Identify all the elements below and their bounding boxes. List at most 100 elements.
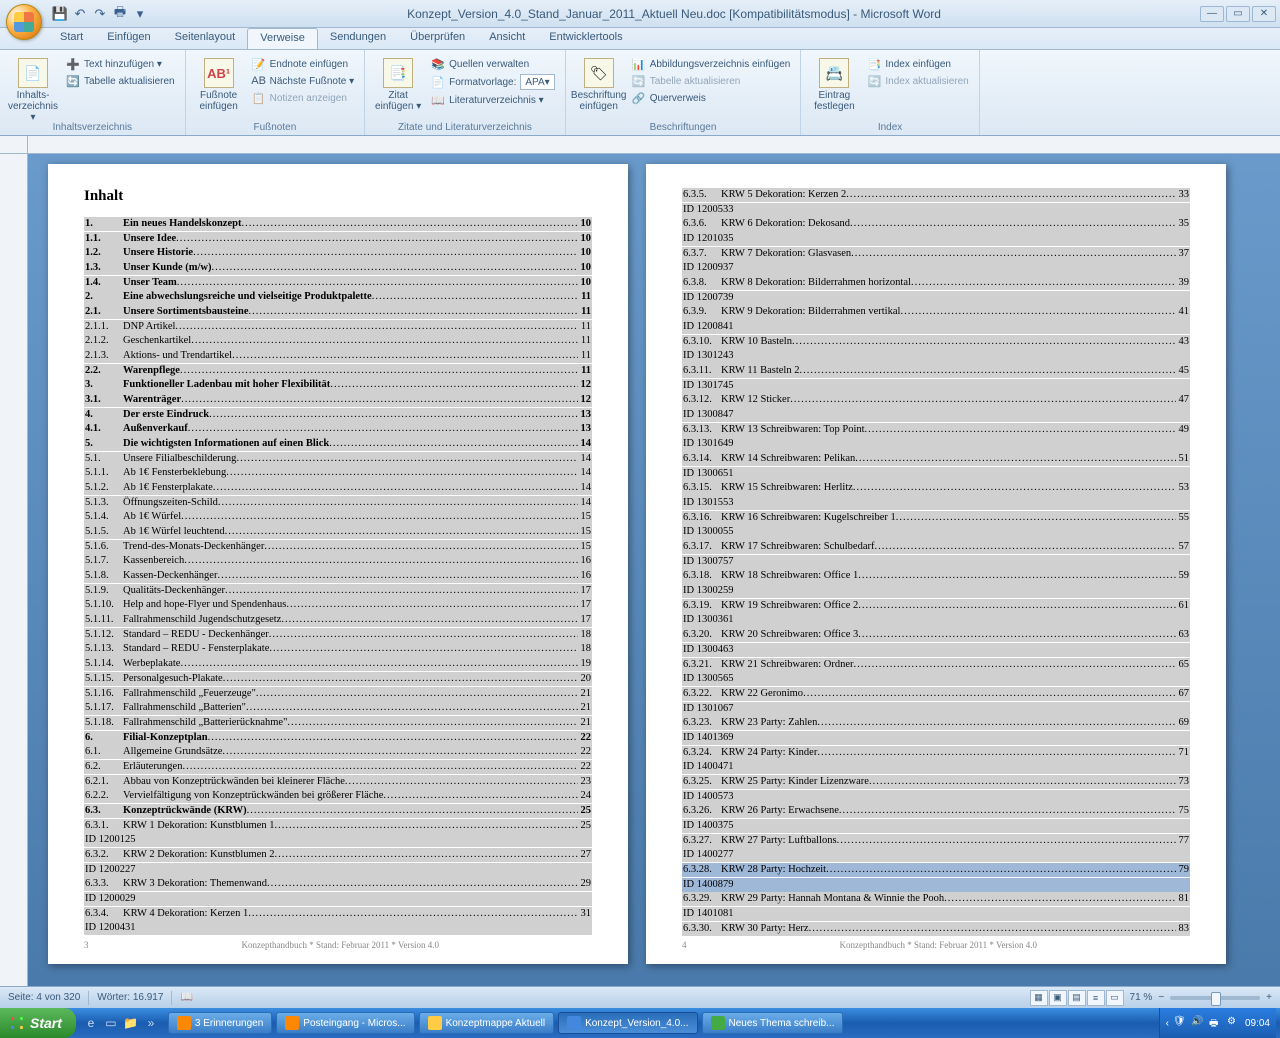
taskbar-item[interactable]: Posteingang - Micros... (276, 1012, 414, 1034)
toc-entry[interactable]: 6.3.26.KRW 26 Party: Erwachsene.........… (682, 804, 1190, 818)
zitat-einfuegen-button[interactable]: 📑 Zitat einfügen ▾ (373, 54, 423, 131)
toc-entry[interactable]: 2.1.3.Aktions- und Trendartikel.........… (84, 349, 592, 363)
toc-entry[interactable]: 6.3.19.KRW 19 Schreibwaren: Office 2....… (682, 599, 1190, 613)
taskbar-item[interactable]: Konzept_Version_4.0... (558, 1012, 697, 1034)
toc-id-line[interactable]: ID 1301243 (682, 349, 1190, 363)
toc-entry[interactable]: 1.Ein neues Handelskonzept..............… (84, 217, 592, 231)
toc-entry[interactable]: 2.Eine abwechslungsreiche und vielseitig… (84, 290, 592, 304)
endnote-einfuegen-button[interactable]: 📝Endnote einfügen (250, 56, 357, 72)
close-button[interactable]: ✕ (1252, 6, 1276, 22)
toc-id-line[interactable]: ID 1300651 (682, 467, 1190, 481)
abbildungsverzeichnis-button[interactable]: 📊Abbildungsverzeichnis einfügen (630, 56, 793, 72)
notizen-anzeigen-button[interactable]: 📋Notizen anzeigen (250, 90, 357, 106)
toc-entry[interactable]: 6.3.22.KRW 22 Geronimo..................… (682, 687, 1190, 701)
eintrag-festlegen-button[interactable]: 📇 Eintrag festlegen (809, 54, 859, 131)
toc-entry[interactable]: 5.1.13.Standard – REDU - Fensterplakate.… (84, 642, 592, 656)
toc-id-line[interactable]: ID 1200937 (682, 261, 1190, 275)
toc-id-line[interactable]: ID 1400471 (682, 760, 1190, 774)
toc-entry[interactable]: 5.1.9.Qualitäts-Deckenhänger............… (84, 584, 592, 598)
toc-id-line[interactable]: ID 1201035 (682, 232, 1190, 246)
toc-id-line[interactable]: ID 1301745 (682, 379, 1190, 393)
toc-entry[interactable]: 6.3.2.KRW 2 Dekoration: Kunstblumen 2...… (84, 848, 592, 862)
toc-id-line[interactable]: ID 1400879 (682, 878, 1190, 892)
toc-entry[interactable]: 6.3.28.KRW 28 Party: Hochzeit...........… (682, 863, 1190, 877)
toc-id-line[interactable]: ID 1301067 (682, 702, 1190, 716)
taskbar-item[interactable]: Neues Thema schreib... (702, 1012, 844, 1034)
zoom-value[interactable]: 71 % (1130, 992, 1153, 1003)
toc-entry[interactable]: 5.1.17.Fallrahmenschild „Batterien".....… (84, 701, 592, 715)
word-count[interactable]: Wörter: 16.917 (97, 992, 163, 1003)
toc-entry[interactable]: 6.3.3.KRW 3 Dekoration: Themenwand......… (84, 877, 592, 891)
inhaltsverzeichnis-button[interactable]: 📄 Inhalts- verzeichnis ▾ (8, 54, 58, 131)
save-icon[interactable]: 💾 (52, 6, 68, 22)
ie-icon[interactable]: e (82, 1013, 100, 1033)
toc-entry[interactable]: 5.1.16.Fallrahmenschild „Feuerzeuge"....… (84, 687, 592, 701)
tab-ansicht[interactable]: Ansicht (477, 28, 537, 49)
toc-entry[interactable]: 5.1.7.Kassenbereich.....................… (84, 554, 592, 568)
toc-entry[interactable]: 6.3.27.KRW 27 Party: Luftballons........… (682, 834, 1190, 848)
toc-id-line[interactable]: ID 1300847 (682, 408, 1190, 422)
toc-entry[interactable]: 6.3.25.KRW 25 Party: Kinder Lizenzware..… (682, 775, 1190, 789)
toc-id-line[interactable]: ID 1200125 (84, 833, 592, 847)
print-icon[interactable]: 🖶 (112, 6, 128, 22)
toc-entry[interactable]: 6.Filial-Konzeptplan....................… (84, 731, 592, 745)
toc-entry[interactable]: 6.3.11.KRW 11 Basteln 2.................… (682, 364, 1190, 378)
tray-icon[interactable]: 🔊 (1191, 1016, 1205, 1030)
index-aktualisieren-button[interactable]: 🔄Index aktualisieren (865, 73, 970, 89)
tab-verweise[interactable]: Verweise (247, 28, 318, 49)
office-button[interactable] (6, 4, 42, 40)
horizontal-ruler[interactable] (0, 136, 1280, 154)
zoom-slider[interactable] (1170, 996, 1260, 1000)
vertical-ruler[interactable] (0, 154, 28, 986)
toc-entry[interactable]: 5.Die wichtigsten Informationen auf eine… (84, 437, 592, 451)
beschriftung-einfuegen-button[interactable]: 🏷 Beschriftung einfügen (574, 54, 624, 131)
toc-entry[interactable]: 6.2.2.Vervielfältigung von Konzeptrückwä… (84, 789, 592, 803)
start-button[interactable]: Start (0, 1008, 76, 1038)
toc-entry[interactable]: 6.3.10.KRW 10 Basteln...................… (682, 335, 1190, 349)
toc-entry[interactable]: 1.1.Unsere Idee.........................… (84, 232, 592, 246)
toc-id-line[interactable]: ID 1200739 (682, 291, 1190, 305)
toc-id-line[interactable]: ID 1400375 (682, 819, 1190, 833)
text-hinzufuegen-button[interactable]: ➕Text hinzufügen ▾ (64, 56, 177, 72)
toc-entry[interactable]: 5.1.Unsere Filialbeschilderung..........… (84, 452, 592, 466)
desktop-icon[interactable]: ▭ (102, 1013, 120, 1033)
toc-id-line[interactable]: ID 1401369 (682, 731, 1190, 745)
clock[interactable]: 09:04 (1245, 1018, 1270, 1029)
toc-entry[interactable]: 3.1.Warenträger.........................… (84, 393, 592, 407)
redo-icon[interactable]: ↷ (92, 6, 108, 22)
draft-view[interactable]: ▭ (1106, 990, 1124, 1006)
toc-entry[interactable]: 6.3.8.KRW 8 Dekoration: Bilderrahmen hor… (682, 276, 1190, 290)
toc-id-line[interactable]: ID 1401081 (682, 907, 1190, 921)
style-select[interactable]: APA ▾ (520, 74, 554, 90)
toc-entry[interactable]: 6.3.18.KRW 18 Schreibwaren: Office 1....… (682, 569, 1190, 583)
page-3[interactable]: Inhalt 1.Ein neues Handelskonzept.......… (48, 164, 628, 964)
toc-entry[interactable]: 5.1.11.Fallrahmenschild Jugendschutzgese… (84, 613, 592, 627)
undo-icon[interactable]: ↶ (72, 6, 88, 22)
tabelle-aktualisieren-button[interactable]: 🔄Tabelle aktualisieren (64, 73, 177, 89)
toc-entry[interactable]: 6.3.13.KRW 13 Schreibwaren: Top Point...… (682, 423, 1190, 437)
toc-entry[interactable]: 5.1.18.Fallrahmenschild „Batterierücknah… (84, 716, 592, 730)
toc-entry[interactable]: 6.3.15.KRW 15 Schreibwaren: Herlitz.....… (682, 481, 1190, 495)
toc-entry[interactable]: 6.3.1.KRW 1 Dekoration: Kunstblumen 1...… (84, 819, 592, 833)
toc-entry[interactable]: 6.3.21.KRW 21 Schreibwaren: Ordner......… (682, 658, 1190, 672)
toc-id-line[interactable]: ID 1200431 (84, 921, 592, 935)
toc-entry[interactable]: 5.1.12.Standard – REDU - Deckenhänger...… (84, 628, 592, 642)
print-layout-view[interactable]: ▦ (1030, 990, 1048, 1006)
tabelle-aktualisieren2-button[interactable]: 🔄Tabelle aktualisieren (630, 73, 793, 89)
minimize-button[interactable]: — (1200, 6, 1224, 22)
toc-entry[interactable]: 6.3.Konzeptrückwände (KRW)..............… (84, 804, 592, 818)
toc-entry[interactable]: 2.2.Warenpflege.........................… (84, 364, 592, 378)
tray-icon[interactable]: ⚙ (1227, 1016, 1241, 1030)
toc-entry[interactable]: 5.1.6.Trend-des-Monats-Deckenhänger.....… (84, 540, 592, 554)
toc-entry[interactable]: 1.2.Unsere Historie.....................… (84, 246, 592, 260)
toc-entry[interactable]: 2.1.2.Geschenkartikel...................… (84, 334, 592, 348)
toc-id-line[interactable]: ID 1200227 (84, 863, 592, 877)
toc-entry[interactable]: 6.3.5.KRW 5 Dekoration: Kerzen 2........… (682, 188, 1190, 202)
tab-start[interactable]: Start (48, 28, 95, 49)
tray-expand-icon[interactable]: ‹ (1166, 1018, 1169, 1029)
toc-entry[interactable]: 5.1.10.Help and hope-Flyer und Spendenha… (84, 598, 592, 612)
explorer-icon[interactable]: 📁 (122, 1013, 140, 1033)
toc-entry[interactable]: 5.1.15.Personalgesuch-Plakate...........… (84, 672, 592, 686)
tray-icon[interactable]: 🖶 (1209, 1016, 1223, 1030)
toc-entry[interactable]: 1.4.Unser Team..........................… (84, 276, 592, 290)
